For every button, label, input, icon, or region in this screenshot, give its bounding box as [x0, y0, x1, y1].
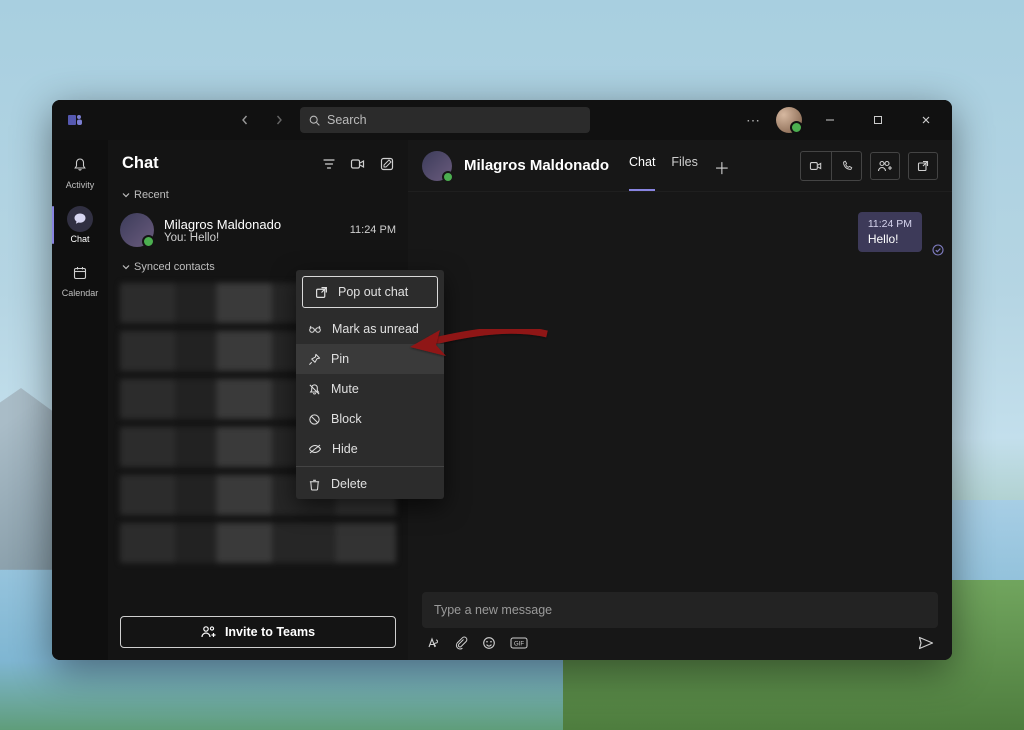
ctx-label: Pop out chat: [338, 285, 408, 299]
caret-down-icon: [122, 191, 130, 199]
pop-out-button[interactable]: [908, 152, 938, 180]
contact-avatar: [120, 213, 154, 247]
ctx-label: Mute: [331, 382, 359, 396]
mute-icon: [308, 383, 321, 396]
trash-icon: [308, 478, 321, 491]
format-icon[interactable]: [426, 636, 440, 650]
invite-label: Invite to Teams: [225, 625, 315, 639]
people-add-icon: [201, 625, 217, 639]
current-user-avatar[interactable]: [776, 107, 802, 133]
search-placeholder: Search: [327, 113, 367, 127]
new-chat-icon[interactable]: [380, 157, 394, 171]
rail-activity[interactable]: Activity: [52, 146, 108, 200]
ctx-label: Pin: [331, 352, 349, 366]
caret-down-icon: [122, 263, 130, 271]
bell-icon: [67, 152, 93, 178]
ctx-hide[interactable]: Hide: [296, 434, 444, 464]
filter-icon[interactable]: [322, 157, 336, 171]
hide-icon: [308, 443, 322, 455]
chat-pane: Milagros Maldonado Chat Files ＋: [408, 140, 952, 660]
window-close-button[interactable]: [906, 104, 946, 136]
sent-message[interactable]: 11:24 PM Hello!: [858, 212, 922, 252]
chat-list-header: Chat: [108, 140, 408, 183]
message-time: 11:24 PM: [868, 218, 912, 230]
send-button[interactable]: [918, 636, 934, 650]
ctx-pop-out[interactable]: Pop out chat: [302, 276, 438, 308]
ctx-label: Hide: [332, 442, 358, 456]
rail-chat[interactable]: Chat: [52, 200, 108, 254]
teams-app-icon: [66, 111, 84, 129]
titlebar: Search ⋯: [52, 100, 952, 140]
pop-out-icon: [315, 286, 328, 299]
more-options-button[interactable]: ⋯: [738, 112, 768, 129]
teams-window: Search ⋯ Activity Chat Calendar: [52, 100, 952, 660]
search-icon: [308, 114, 321, 127]
svg-text:GIF: GIF: [514, 641, 524, 647]
attach-icon[interactable]: [454, 636, 468, 650]
rail-label: Activity: [66, 180, 95, 190]
call-controls: [800, 151, 862, 181]
ctx-mute[interactable]: Mute: [296, 374, 444, 404]
contact-name: Milagros Maldonado: [164, 217, 340, 232]
redacted-contact: [120, 523, 396, 563]
message-area: 11:24 PM Hello!: [408, 192, 952, 584]
emoji-icon[interactable]: [482, 636, 496, 650]
chat-contact-name: Milagros Maldonado: [464, 157, 609, 174]
message-input[interactable]: Type a new message: [422, 592, 938, 628]
contact-avatar[interactable]: [422, 151, 452, 181]
tab-files[interactable]: Files: [671, 141, 697, 191]
rail-label: Chat: [70, 234, 89, 244]
message-text: Hello!: [868, 232, 912, 246]
rail-label: Calendar: [62, 288, 99, 298]
block-icon: [308, 413, 321, 426]
message-preview: You: Hello!: [164, 232, 340, 244]
composer: Type a new message GIF: [408, 584, 952, 660]
app-rail: Activity Chat Calendar: [52, 140, 108, 660]
window-minimize-button[interactable]: [810, 104, 850, 136]
chat-icon: [67, 206, 93, 232]
meet-now-icon[interactable]: [350, 157, 366, 171]
audio-call-button[interactable]: [831, 152, 861, 180]
ctx-label: Mark as unread: [332, 322, 419, 336]
search-input[interactable]: Search: [300, 107, 590, 133]
nav-forward-button[interactable]: [266, 107, 292, 133]
video-call-button[interactable]: [801, 152, 831, 180]
ctx-label: Block: [331, 412, 362, 426]
calendar-icon: [67, 260, 93, 286]
read-receipt-icon: [932, 244, 944, 256]
ctx-label: Delete: [331, 477, 367, 491]
pin-icon: [308, 353, 321, 366]
section-label-text: Recent: [134, 189, 169, 201]
nav-back-button[interactable]: [232, 107, 258, 133]
message-time: 11:24 PM: [350, 224, 396, 236]
ctx-pin[interactable]: Pin: [296, 344, 444, 374]
section-label-text: Synced contacts: [134, 261, 215, 273]
ctx-mark-unread[interactable]: Mark as unread: [296, 314, 444, 344]
glasses-icon: [308, 323, 322, 335]
chat-header: Milagros Maldonado Chat Files ＋: [408, 140, 952, 192]
window-maximize-button[interactable]: [858, 104, 898, 136]
gif-icon[interactable]: GIF: [510, 637, 528, 649]
invite-to-teams-button[interactable]: Invite to Teams: [120, 616, 396, 648]
tab-chat[interactable]: Chat: [629, 141, 655, 191]
ctx-delete[interactable]: Delete: [296, 469, 444, 499]
composer-placeholder: Type a new message: [434, 603, 552, 617]
chat-list-item[interactable]: Milagros Maldonado You: Hello! 11:24 PM: [108, 207, 408, 255]
section-recent[interactable]: Recent: [108, 183, 408, 207]
add-people-button[interactable]: [870, 152, 900, 180]
rail-calendar[interactable]: Calendar: [52, 254, 108, 308]
ctx-block[interactable]: Block: [296, 404, 444, 434]
chat-context-menu: Pop out chat Mark as unread Pin Mute Blo…: [296, 270, 444, 499]
tab-add[interactable]: ＋: [714, 141, 730, 191]
chat-list-title: Chat: [122, 154, 159, 173]
